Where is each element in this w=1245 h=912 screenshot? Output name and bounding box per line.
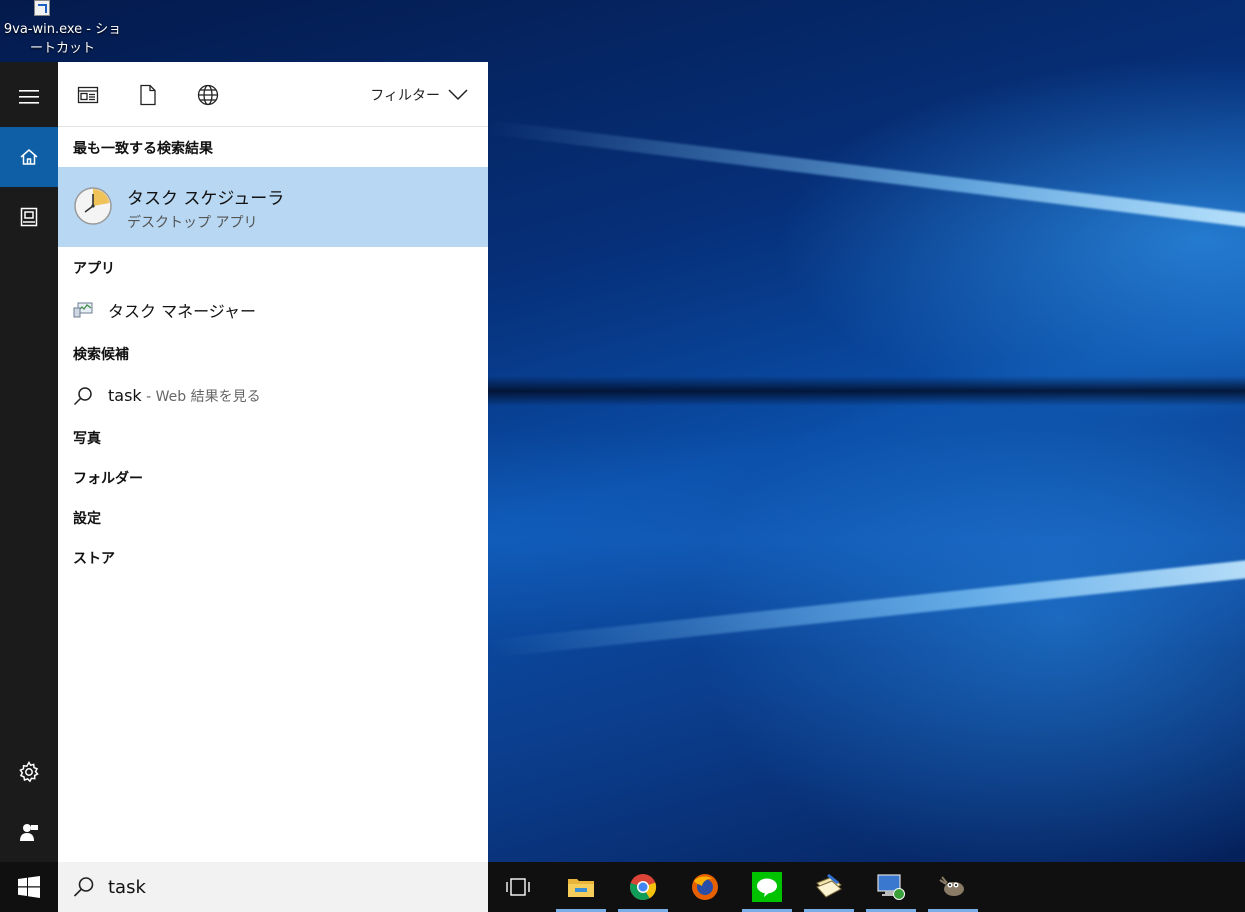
chrome-icon xyxy=(630,874,657,901)
task-view-icon xyxy=(506,878,530,896)
taskbar-remote-desktop[interactable] xyxy=(863,862,919,912)
best-match-subtitle: デスクトップ アプリ xyxy=(127,215,258,231)
web-suggestion-query: task xyxy=(108,386,142,405)
apps-filter-icon[interactable] xyxy=(77,84,99,106)
taskbar-gimp[interactable] xyxy=(925,862,981,912)
gimp-icon xyxy=(939,876,964,896)
search-panel: フィルター 最も一致する検索結果 タスク スケジューラ デスクトップ アプリ ア… xyxy=(58,62,488,862)
hamburger-icon xyxy=(19,90,39,104)
home-button[interactable] xyxy=(0,127,58,187)
notebook-icon xyxy=(20,207,38,227)
folder-icon xyxy=(568,879,594,897)
clock-icon xyxy=(74,187,112,225)
best-match-header: 最も一致する検索結果 xyxy=(73,141,213,157)
search-input[interactable] xyxy=(108,875,468,899)
windows-logo-icon xyxy=(18,876,40,898)
firefox-icon xyxy=(692,874,718,900)
web-suggestion-text: task - Web 結果を見る xyxy=(108,386,261,406)
menu-button[interactable] xyxy=(0,67,58,127)
taskbar-firefox[interactable] xyxy=(677,862,733,912)
taskbar-chrome[interactable] xyxy=(615,862,671,912)
wallpaper-light-beam xyxy=(487,120,1245,232)
task-manager-icon xyxy=(73,302,93,318)
app-result-label: タスク マネージャー xyxy=(108,302,256,321)
feedback-icon xyxy=(20,824,38,841)
feedback-button[interactable] xyxy=(0,802,58,862)
taskbar-notepad-app[interactable] xyxy=(801,862,857,912)
search-icon xyxy=(73,387,92,406)
best-match-result[interactable]: タスク スケジューラ デスクトップ アプリ xyxy=(58,167,488,247)
start-button[interactable] xyxy=(0,862,58,912)
web-filter-icon[interactable] xyxy=(197,84,219,106)
web-suggestion-suffix: - Web 結果を見る xyxy=(141,389,261,405)
best-match-title: タスク スケジューラ xyxy=(127,189,285,209)
taskbar-file-explorer[interactable] xyxy=(553,862,609,912)
taskbar-task-view[interactable] xyxy=(490,862,546,912)
start-rail xyxy=(0,62,58,862)
filter-dropdown[interactable]: フィルター xyxy=(370,84,468,106)
chevron-down-icon xyxy=(448,89,468,101)
notepad-icon xyxy=(816,873,842,898)
shortcut-label: 9va-win.exe - ショートカット xyxy=(3,22,122,56)
taskbar xyxy=(0,862,1245,912)
shortcut-arrow-icon xyxy=(34,0,50,16)
taskbar-search-box[interactable] xyxy=(58,862,488,912)
settings-button[interactable] xyxy=(0,742,58,802)
wallpaper-shadow-band xyxy=(488,376,1245,406)
gear-icon xyxy=(19,761,39,783)
web-suggestion[interactable]: task - Web 結果を見る xyxy=(58,378,488,414)
remote-desktop-icon xyxy=(877,874,905,900)
category-settings[interactable]: 設定 xyxy=(73,508,101,528)
notebook-button[interactable] xyxy=(0,187,58,247)
search-icon xyxy=(73,877,94,897)
filter-bar: フィルター xyxy=(58,62,488,127)
category-photos[interactable]: 写真 xyxy=(73,428,101,448)
suggestions-header: 検索候補 xyxy=(73,347,129,363)
filter-label: フィルター xyxy=(370,88,440,104)
taskbar-line[interactable] xyxy=(739,862,795,912)
category-store[interactable]: ストア xyxy=(73,548,115,568)
documents-filter-icon[interactable] xyxy=(137,84,159,106)
category-folders[interactable]: フォルダー xyxy=(73,468,143,488)
apps-header: アプリ xyxy=(73,261,115,277)
line-icon xyxy=(752,872,782,902)
app-result-task-manager[interactable]: タスク マネージャー xyxy=(58,292,488,328)
home-icon xyxy=(20,149,38,165)
